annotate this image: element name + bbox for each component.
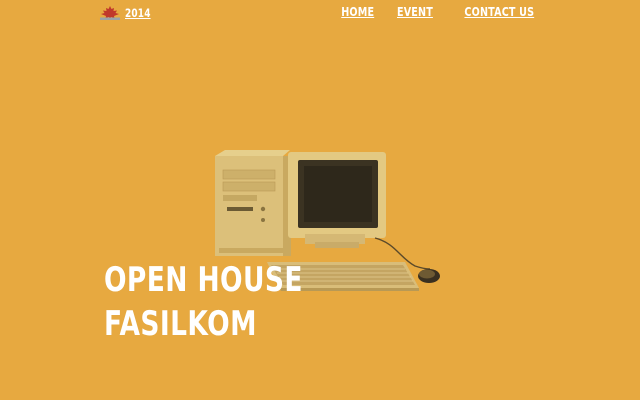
main-nav: HOME EVENT CONTACT US	[333, 5, 534, 19]
nav-home-link[interactable]: HOME	[341, 5, 374, 19]
nav-event-link[interactable]: EVENT	[397, 5, 433, 19]
pc-tower	[215, 150, 291, 256]
crt-monitor	[288, 152, 386, 248]
logo-link[interactable]: 2014	[98, 6, 158, 20]
maple-leaf-logo-icon	[100, 6, 120, 20]
nav-contact-us-link[interactable]: CONTACT US	[464, 5, 534, 19]
mouse	[418, 269, 440, 283]
hero-title: OPEN HOUSE FASILKOM	[104, 258, 303, 346]
site-header: 2014 HOME EVENT CONTACT US	[0, 0, 640, 30]
hero-title-line-1: OPEN HOUSE	[104, 260, 303, 300]
hero-title-line-2: FASILKOM	[104, 304, 257, 344]
logo-year: 2014	[125, 6, 151, 20]
